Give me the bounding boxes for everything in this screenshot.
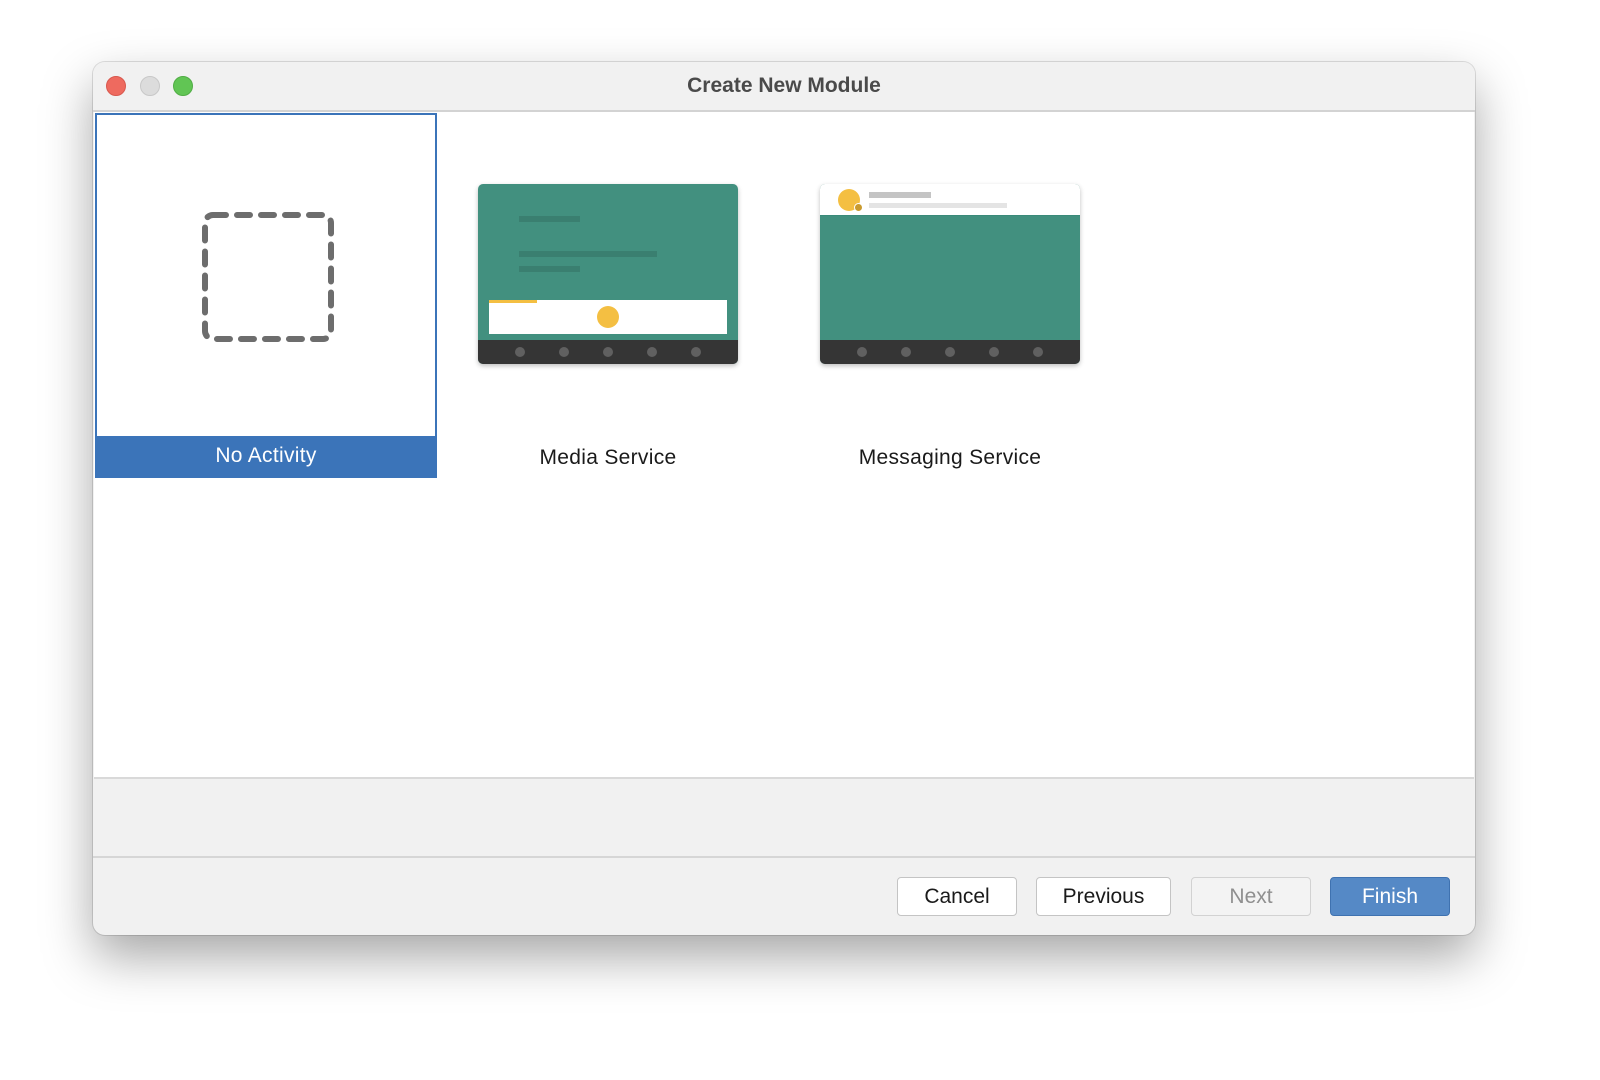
preview-progress [489, 300, 537, 303]
gallery-item-no-activity[interactable]: No Activity [95, 113, 437, 478]
gallery-item-label: Media Service [539, 446, 677, 469]
preview-text-line [869, 203, 1007, 208]
template-gallery: No Activity Media Service Messaging Serv… [94, 112, 1474, 779]
gallery-item-media-service[interactable]: Media Service [437, 113, 779, 478]
title-bar: Create New Module [93, 62, 1475, 112]
preview-nav-bar [478, 340, 738, 364]
gallery-item-label: No Activity [97, 436, 435, 476]
nav-dot-icon [691, 347, 701, 357]
gallery-item-label: Messaging Service [858, 446, 1042, 469]
create-new-module-dialog: Create New Module No Activity Media Serv… [93, 62, 1475, 935]
play-button-icon [597, 306, 619, 328]
nav-dot-icon [603, 347, 613, 357]
nav-dot-icon [647, 347, 657, 357]
gallery-item-messaging-service[interactable]: Messaging Service [779, 113, 1121, 478]
messaging-service-preview [820, 184, 1080, 364]
media-service-preview [478, 184, 738, 364]
preview-text-line [519, 266, 580, 272]
nav-dot-icon [945, 347, 955, 357]
nav-dot-icon [515, 347, 525, 357]
window-title: Create New Module [687, 74, 881, 97]
finish-button[interactable]: Finish [1330, 877, 1450, 916]
status-dot-icon [854, 203, 863, 212]
preview-message-header [820, 184, 1080, 216]
next-button[interactable]: Next [1191, 877, 1311, 916]
preview-text-line [519, 251, 657, 257]
footer-divider [93, 856, 1475, 858]
dashed-square-icon [202, 212, 334, 342]
previous-button[interactable]: Previous [1036, 877, 1171, 916]
preview-text-line [519, 216, 580, 222]
nav-dot-icon [1033, 347, 1043, 357]
nav-dot-icon [857, 347, 867, 357]
nav-dot-icon [901, 347, 911, 357]
nav-dot-icon [559, 347, 569, 357]
preview-nav-bar [820, 340, 1080, 364]
nav-dot-icon [989, 347, 999, 357]
cancel-button[interactable]: Cancel [897, 877, 1017, 916]
preview-player-bar [489, 300, 727, 334]
preview-text-line [869, 192, 931, 198]
